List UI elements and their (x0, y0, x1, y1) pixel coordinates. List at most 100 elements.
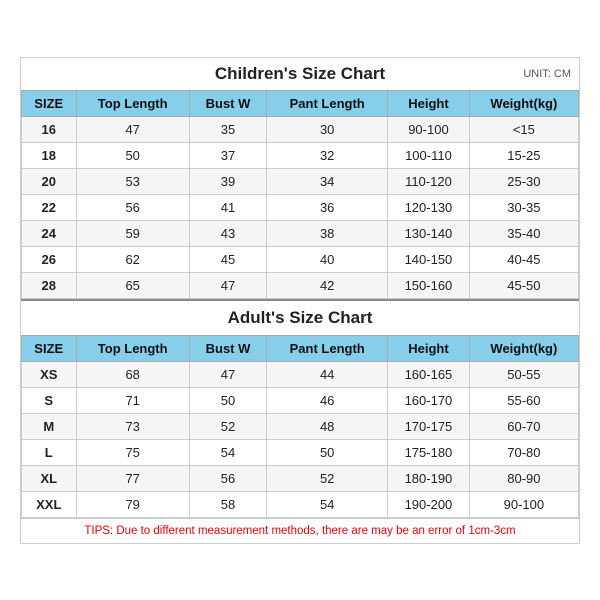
table-cell: <15 (469, 116, 578, 142)
table-cell: XS (22, 361, 77, 387)
unit-label: UNIT: CM (523, 68, 571, 80)
table-cell: 160-165 (388, 361, 470, 387)
table-cell: 34 (267, 168, 388, 194)
table-cell: 62 (76, 246, 189, 272)
table-cell: 54 (267, 491, 388, 517)
table-cell: 32 (267, 142, 388, 168)
table-cell: 56 (189, 465, 266, 491)
table-row: 20533934110-12025-30 (22, 168, 579, 194)
table-cell: 160-170 (388, 387, 470, 413)
adult-col-weight: Weight(kg) (469, 335, 578, 361)
table-cell: 140-150 (388, 246, 470, 272)
table-cell: 59 (76, 220, 189, 246)
table-cell: 38 (267, 220, 388, 246)
table-cell: 50-55 (469, 361, 578, 387)
table-cell: 43 (189, 220, 266, 246)
table-cell: 16 (22, 116, 77, 142)
table-cell: 70-80 (469, 439, 578, 465)
children-col-bust-w: Bust W (189, 90, 266, 116)
table-cell: 46 (267, 387, 388, 413)
table-cell: 100-110 (388, 142, 470, 168)
table-cell: XL (22, 465, 77, 491)
table-cell: 20 (22, 168, 77, 194)
table-row: XL775652180-19080-90 (22, 465, 579, 491)
table-cell: 50 (76, 142, 189, 168)
table-cell: 65 (76, 272, 189, 298)
children-table: SIZE Top Length Bust W Pant Length Heigh… (21, 90, 579, 299)
table-cell: 47 (76, 116, 189, 142)
table-cell: 44 (267, 361, 388, 387)
adult-col-size: SIZE (22, 335, 77, 361)
table-cell: 18 (22, 142, 77, 168)
table-cell: 28 (22, 272, 77, 298)
table-cell: 53 (76, 168, 189, 194)
table-cell: 48 (267, 413, 388, 439)
table-row: S715046160-17055-60 (22, 387, 579, 413)
adult-col-height: Height (388, 335, 470, 361)
table-row: 24594338130-14035-40 (22, 220, 579, 246)
table-cell: 30 (267, 116, 388, 142)
tips-text: TIPS: Due to different measurement metho… (84, 525, 515, 537)
children-col-top-length: Top Length (76, 90, 189, 116)
table-cell: 180-190 (388, 465, 470, 491)
table-cell: 41 (189, 194, 266, 220)
table-row: XS684744160-16550-55 (22, 361, 579, 387)
table-cell: 75 (76, 439, 189, 465)
table-cell: 24 (22, 220, 77, 246)
table-cell: 36 (267, 194, 388, 220)
table-cell: 55-60 (469, 387, 578, 413)
table-cell: 90-100 (388, 116, 470, 142)
children-col-height: Height (388, 90, 470, 116)
table-cell: 71 (76, 387, 189, 413)
table-cell: 58 (189, 491, 266, 517)
table-cell: 52 (267, 465, 388, 491)
table-cell: 120-130 (388, 194, 470, 220)
table-cell: L (22, 439, 77, 465)
adult-header-row: SIZE Top Length Bust W Pant Length Heigh… (22, 335, 579, 361)
table-cell: 50 (189, 387, 266, 413)
adult-col-top-length: Top Length (76, 335, 189, 361)
children-col-size: SIZE (22, 90, 77, 116)
table-cell: 80-90 (469, 465, 578, 491)
table-cell: 35 (189, 116, 266, 142)
table-cell: 25-30 (469, 168, 578, 194)
adult-chart-title: Adult's Size Chart (228, 308, 373, 327)
table-cell: 47 (189, 361, 266, 387)
table-cell: 73 (76, 413, 189, 439)
table-cell: 40 (267, 246, 388, 272)
adult-col-bust-w: Bust W (189, 335, 266, 361)
table-cell: 37 (189, 142, 266, 168)
table-cell: 40-45 (469, 246, 578, 272)
children-col-weight: Weight(kg) (469, 90, 578, 116)
table-cell: 50 (267, 439, 388, 465)
table-cell: 45-50 (469, 272, 578, 298)
adult-table: SIZE Top Length Bust W Pant Length Heigh… (21, 335, 579, 518)
table-cell: XXL (22, 491, 77, 517)
table-row: 22564136120-13030-35 (22, 194, 579, 220)
table-cell: 60-70 (469, 413, 578, 439)
table-cell: S (22, 387, 77, 413)
table-cell: M (22, 413, 77, 439)
table-cell: 56 (76, 194, 189, 220)
table-cell: 130-140 (388, 220, 470, 246)
table-cell: 150-160 (388, 272, 470, 298)
table-cell: 77 (76, 465, 189, 491)
children-chart-title: Children's Size Chart (215, 64, 385, 83)
table-row: 1647353090-100<15 (22, 116, 579, 142)
table-cell: 175-180 (388, 439, 470, 465)
table-cell: 15-25 (469, 142, 578, 168)
table-row: 28654742150-16045-50 (22, 272, 579, 298)
adult-title-row: Adult's Size Chart (21, 299, 579, 335)
table-row: M735248170-17560-70 (22, 413, 579, 439)
tips-row: TIPS: Due to different measurement metho… (21, 518, 579, 543)
table-cell: 26 (22, 246, 77, 272)
table-cell: 22 (22, 194, 77, 220)
table-cell: 54 (189, 439, 266, 465)
table-row: 18503732100-11015-25 (22, 142, 579, 168)
table-cell: 45 (189, 246, 266, 272)
table-cell: 35-40 (469, 220, 578, 246)
table-cell: 90-100 (469, 491, 578, 517)
table-cell: 79 (76, 491, 189, 517)
children-col-pant-length: Pant Length (267, 90, 388, 116)
adult-col-pant-length: Pant Length (267, 335, 388, 361)
